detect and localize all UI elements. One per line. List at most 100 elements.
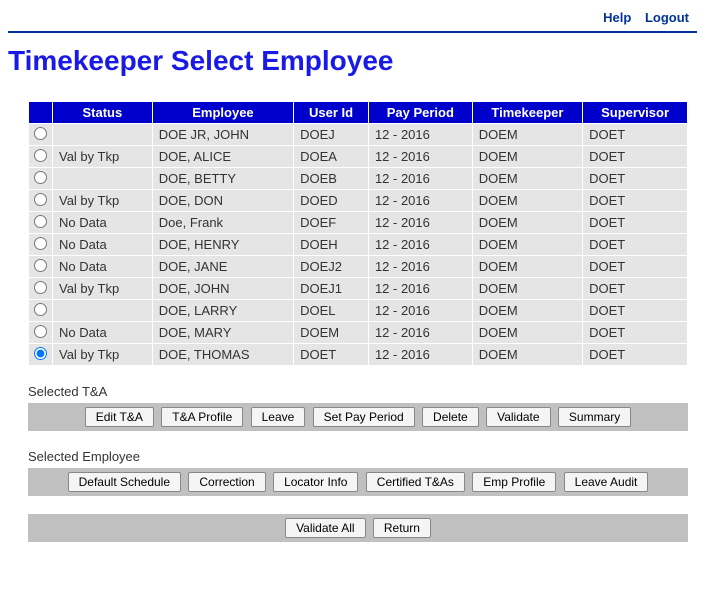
set-pay-period-button[interactable]: Set Pay Period <box>313 407 415 427</box>
cell-employee: DOE, HENRY <box>152 234 293 256</box>
row-select-cell <box>29 322 53 344</box>
table-row: Val by TkpDOE, DONDOED12 - 2016DOEMDOET <box>29 190 688 212</box>
cell-timekeeper: DOEM <box>472 124 582 146</box>
cell-supervisor: DOET <box>583 300 688 322</box>
col-userid: User Id <box>294 102 369 124</box>
cell-user_id: DOED <box>294 190 369 212</box>
cell-status: Val by Tkp <box>53 278 153 300</box>
cell-employee: Doe, Frank <box>152 212 293 234</box>
col-timekeeper: Timekeeper <box>472 102 582 124</box>
row-select-radio[interactable] <box>34 193 47 206</box>
cell-user_id: DOEJ2 <box>294 256 369 278</box>
row-select-cell <box>29 212 53 234</box>
row-select-cell <box>29 344 53 366</box>
cell-employee: DOE, THOMAS <box>152 344 293 366</box>
cell-user_id: DOEF <box>294 212 369 234</box>
cell-timekeeper: DOEM <box>472 278 582 300</box>
help-link[interactable]: Help <box>603 10 631 25</box>
cell-timekeeper: DOEM <box>472 190 582 212</box>
cell-pay_period: 12 - 2016 <box>368 168 472 190</box>
row-select-cell <box>29 234 53 256</box>
cell-timekeeper: DOEM <box>472 300 582 322</box>
selected-ta-bar: Edit T&A T&A Profile Leave Set Pay Perio… <box>28 403 688 431</box>
locator-info-button[interactable]: Locator Info <box>273 472 358 492</box>
row-select-radio[interactable] <box>34 127 47 140</box>
cell-status: No Data <box>53 234 153 256</box>
col-status: Status <box>53 102 153 124</box>
row-select-radio[interactable] <box>34 237 47 250</box>
row-select-radio[interactable] <box>34 171 47 184</box>
cell-status: No Data <box>53 256 153 278</box>
cell-pay_period: 12 - 2016 <box>368 124 472 146</box>
table-row: No DataDOE, HENRYDOEH12 - 2016DOEMDOET <box>29 234 688 256</box>
delete-button[interactable]: Delete <box>422 407 479 427</box>
cell-pay_period: 12 - 2016 <box>368 190 472 212</box>
cell-user_id: DOEM <box>294 322 369 344</box>
row-select-radio[interactable] <box>34 149 47 162</box>
row-select-radio[interactable] <box>34 325 47 338</box>
cell-timekeeper: DOEM <box>472 146 582 168</box>
cell-employee: DOE, JANE <box>152 256 293 278</box>
table-row: No DataDoe, FrankDOEF12 - 2016DOEMDOET <box>29 212 688 234</box>
row-select-cell <box>29 168 53 190</box>
cell-employee: DOE, LARRY <box>152 300 293 322</box>
cell-timekeeper: DOEM <box>472 256 582 278</box>
cell-timekeeper: DOEM <box>472 234 582 256</box>
edit-ta-button[interactable]: Edit T&A <box>85 407 154 427</box>
table-row: Val by TkpDOE, THOMASDOET12 - 2016DOEMDO… <box>29 344 688 366</box>
cell-supervisor: DOET <box>583 212 688 234</box>
emp-profile-button[interactable]: Emp Profile <box>472 472 556 492</box>
row-select-radio[interactable] <box>34 215 47 228</box>
row-select-radio[interactable] <box>34 281 47 294</box>
table-row: DOE, LARRYDOEL12 - 2016DOEMDOET <box>29 300 688 322</box>
row-select-cell <box>29 300 53 322</box>
col-select <box>29 102 53 124</box>
cell-pay_period: 12 - 2016 <box>368 278 472 300</box>
table-row: No DataDOE, JANEDOEJ212 - 2016DOEMDOET <box>29 256 688 278</box>
cell-supervisor: DOET <box>583 190 688 212</box>
selected-employee-label: Selected Employee <box>28 449 697 464</box>
bottom-bar: Validate All Return <box>28 514 688 542</box>
cell-timekeeper: DOEM <box>472 344 582 366</box>
row-select-radio[interactable] <box>34 259 47 272</box>
validate-all-button[interactable]: Validate All <box>285 518 365 538</box>
validate-button[interactable]: Validate <box>486 407 550 427</box>
certified-tas-button[interactable]: Certified T&As <box>366 472 465 492</box>
cell-supervisor: DOET <box>583 234 688 256</box>
cell-employee: DOE, BETTY <box>152 168 293 190</box>
selected-ta-label: Selected T&A <box>28 384 697 399</box>
cell-supervisor: DOET <box>583 256 688 278</box>
cell-pay_period: 12 - 2016 <box>368 344 472 366</box>
cell-employee: DOE, MARY <box>152 322 293 344</box>
cell-user_id: DOEJ1 <box>294 278 369 300</box>
header-links: Help Logout <box>8 8 697 31</box>
cell-employee: DOE, DON <box>152 190 293 212</box>
table-row: DOE, BETTYDOEB12 - 2016DOEMDOET <box>29 168 688 190</box>
cell-status: Val by Tkp <box>53 190 153 212</box>
correction-button[interactable]: Correction <box>188 472 265 492</box>
cell-timekeeper: DOEM <box>472 212 582 234</box>
logout-link[interactable]: Logout <box>645 10 689 25</box>
cell-pay_period: 12 - 2016 <box>368 256 472 278</box>
row-select-radio[interactable] <box>34 347 47 360</box>
row-select-radio[interactable] <box>34 303 47 316</box>
return-button[interactable]: Return <box>373 518 431 538</box>
row-select-cell <box>29 256 53 278</box>
table-row: Val by TkpDOE, JOHNDOEJ112 - 2016DOEMDOE… <box>29 278 688 300</box>
cell-pay_period: 12 - 2016 <box>368 146 472 168</box>
ta-profile-button[interactable]: T&A Profile <box>161 407 243 427</box>
header-rule <box>8 31 697 33</box>
cell-pay_period: 12 - 2016 <box>368 212 472 234</box>
cell-status: No Data <box>53 322 153 344</box>
cell-status: Val by Tkp <box>53 344 153 366</box>
summary-button[interactable]: Summary <box>558 407 631 427</box>
selected-employee-bar: Default Schedule Correction Locator Info… <box>28 468 688 496</box>
cell-status <box>53 168 153 190</box>
cell-employee: DOE, JOHN <box>152 278 293 300</box>
cell-status <box>53 124 153 146</box>
leave-audit-button[interactable]: Leave Audit <box>564 472 649 492</box>
leave-button[interactable]: Leave <box>251 407 306 427</box>
cell-pay_period: 12 - 2016 <box>368 300 472 322</box>
col-supervisor: Supervisor <box>583 102 688 124</box>
default-schedule-button[interactable]: Default Schedule <box>68 472 181 492</box>
